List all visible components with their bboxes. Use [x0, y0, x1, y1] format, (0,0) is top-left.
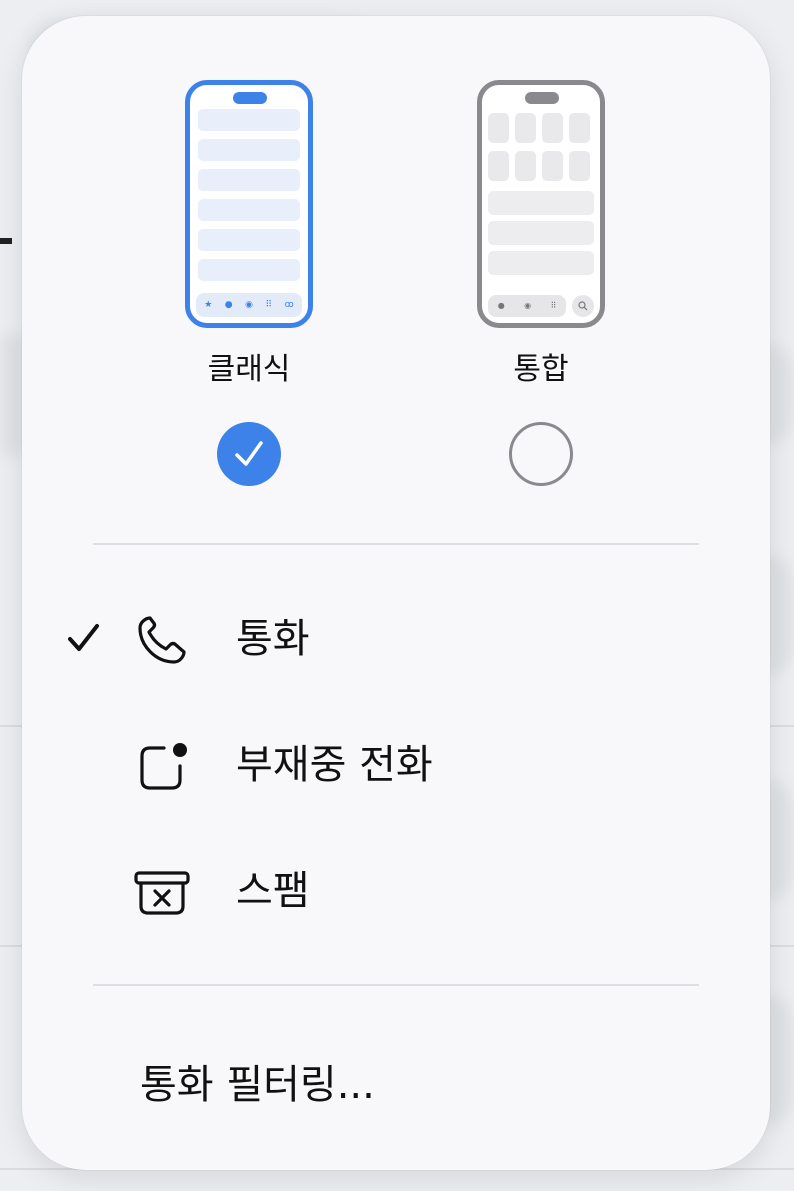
preview-row	[198, 229, 300, 251]
layout-option-label: 통합	[513, 352, 569, 387]
menu-item-label: 스팸	[236, 868, 310, 914]
preview-row	[198, 139, 300, 161]
menu-divider	[93, 984, 699, 986]
preview-row	[198, 199, 300, 221]
checkmark-icon	[68, 624, 99, 651]
view-options-menu: ★ ● ◉ ⠿ ꝏ 클래식 ● ◉ ⠿ 통합 통화 부재중 전화 스팸 통화 필…	[22, 16, 770, 1170]
preview-row	[198, 259, 300, 281]
preview-row	[198, 169, 300, 191]
keypad-icon: ⠿	[265, 299, 273, 310]
menu-item-spam[interactable]: 스팸	[22, 852, 770, 932]
classic-radio-selected[interactable]	[217, 422, 281, 486]
phone-notch	[525, 92, 559, 104]
layout-option-classic[interactable]: ★ ● ◉ ⠿ ꝏ 클래식	[184, 80, 314, 486]
menu-item-calls[interactable]: 통화	[22, 600, 770, 680]
phone-notch	[233, 92, 267, 104]
menu-item-label: 통화	[236, 616, 310, 662]
preview-tile	[569, 113, 590, 143]
background-mark	[0, 238, 12, 244]
voicemail-icon: ꝏ	[284, 299, 294, 310]
menu-item-call-filtering[interactable]: 통화 필터링...	[22, 1046, 770, 1126]
classic-layout-preview: ★ ● ◉ ⠿ ꝏ	[185, 80, 313, 328]
keypad-icon: ⠿	[550, 301, 557, 310]
preview-tile	[488, 113, 509, 143]
menu-item-missed-calls[interactable]: 부재중 전화	[22, 726, 770, 806]
preview-tile	[515, 151, 536, 181]
search-icon	[572, 295, 594, 317]
preview-row	[488, 191, 594, 215]
menu-item-label: 통화 필터링...	[140, 1062, 375, 1108]
clock-icon: ●	[497, 301, 505, 310]
preview-row	[488, 251, 594, 275]
checkmark-icon	[235, 441, 263, 466]
preview-tile	[488, 151, 509, 181]
unified-radio-unselected[interactable]	[509, 422, 573, 486]
menu-divider	[93, 543, 699, 545]
preview-row	[198, 109, 300, 131]
preview-tab-bar: ★ ● ◉ ⠿ ꝏ	[196, 293, 302, 317]
preview-row	[488, 221, 594, 245]
preview-tile	[542, 113, 563, 143]
star-icon: ★	[204, 299, 213, 310]
contact-icon: ◉	[245, 299, 253, 310]
unified-layout-preview: ● ◉ ⠿	[477, 80, 605, 328]
preview-tile	[515, 113, 536, 143]
preview-tile	[569, 151, 590, 181]
layout-option-label: 클래식	[207, 352, 291, 387]
missed-call-icon	[140, 743, 187, 790]
clock-icon: ●	[224, 299, 233, 310]
layout-option-unified[interactable]: ● ◉ ⠿ 통합	[476, 80, 606, 486]
menu-item-label: 부재중 전화	[236, 742, 433, 788]
contact-icon: ◉	[524, 301, 532, 310]
phone-icon	[138, 616, 186, 664]
preview-tile	[542, 151, 563, 181]
spam-box-icon	[134, 871, 190, 915]
preview-tab-bar: ● ◉ ⠿	[488, 295, 566, 317]
